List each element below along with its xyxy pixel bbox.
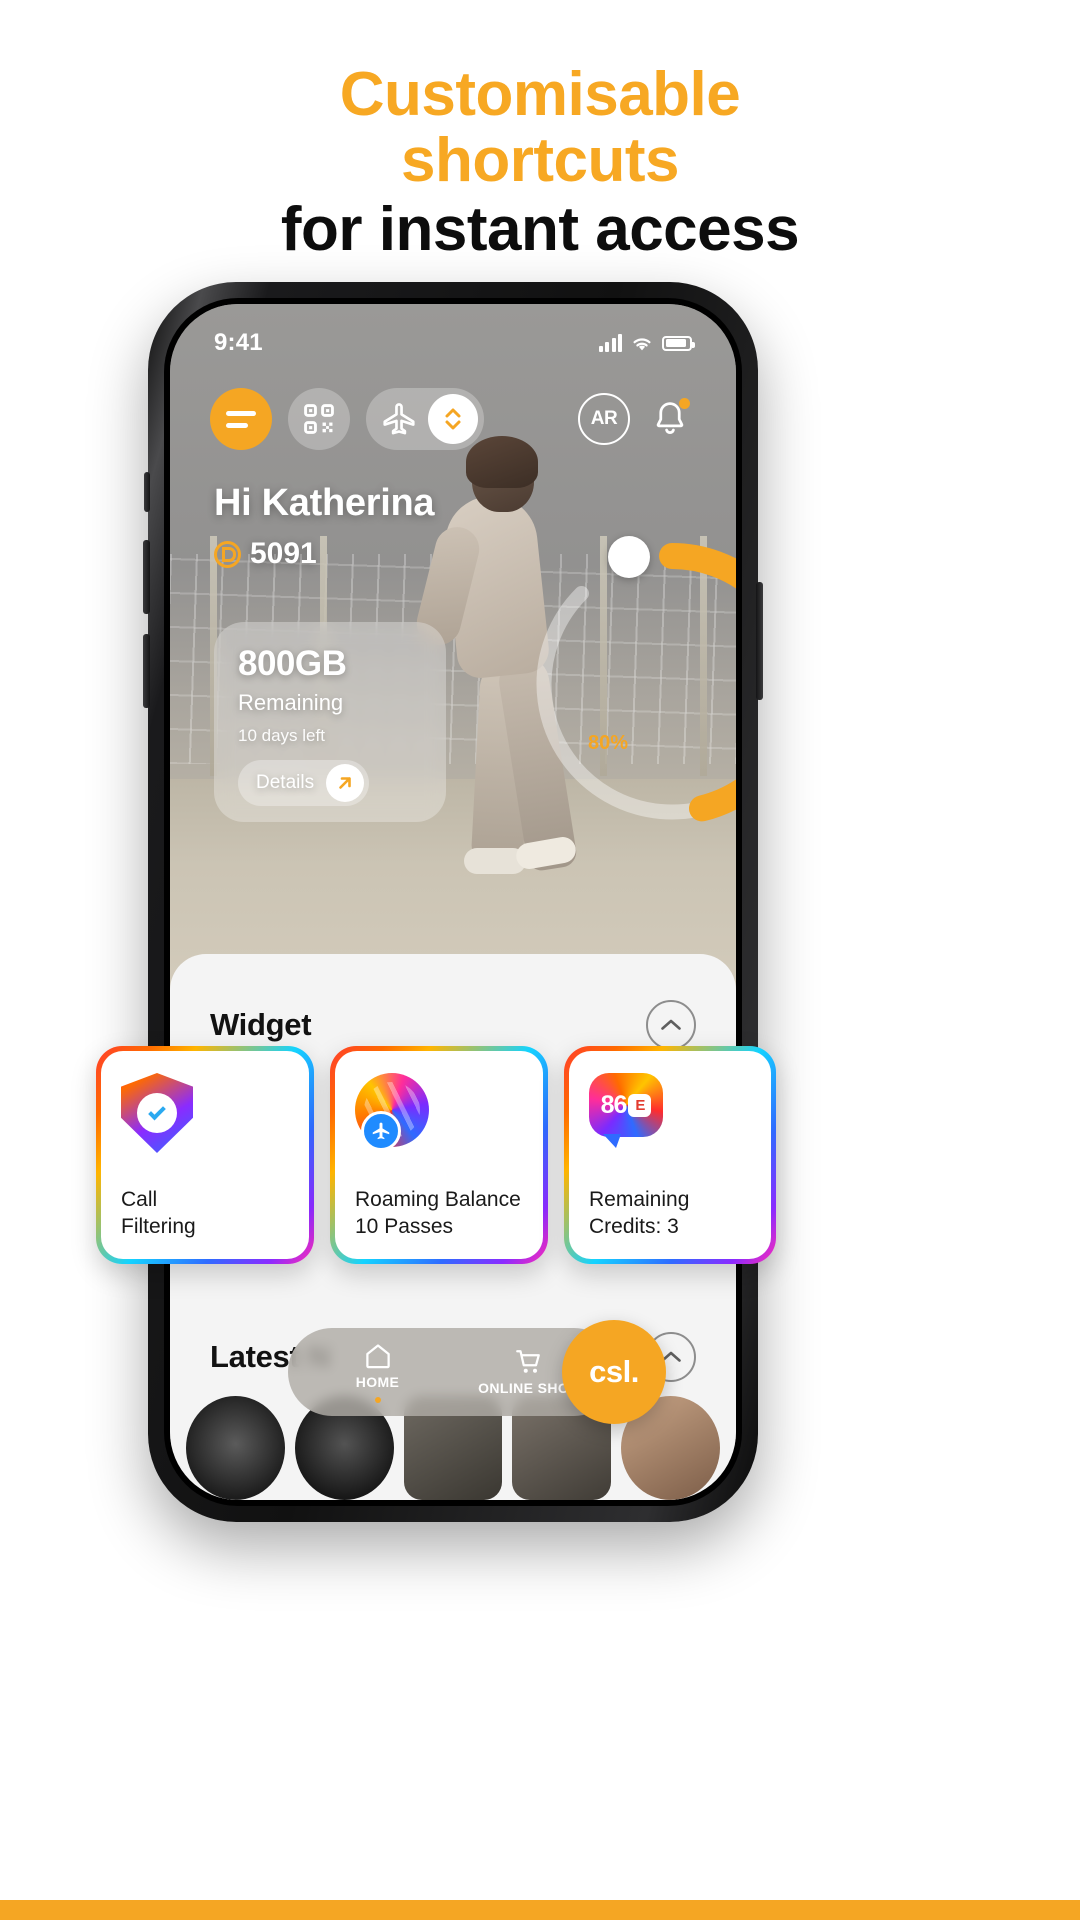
data-usage-gauge: 80% xyxy=(522,534,736,834)
power-button[interactable] xyxy=(756,582,763,700)
status-bar: 9:41 xyxy=(170,304,736,368)
battery-icon xyxy=(662,335,695,351)
data-amount: 800GB xyxy=(238,644,347,683)
shortcut-card-call-filtering[interactable]: Call Filtering xyxy=(96,1046,314,1264)
news-thumbnail[interactable] xyxy=(186,1396,285,1500)
qr-code-icon[interactable] xyxy=(288,388,350,450)
roaming-toggle-pill[interactable] xyxy=(366,388,484,450)
headline-line-3: for instant access xyxy=(280,195,800,265)
details-button[interactable]: Details xyxy=(238,760,370,806)
shield-check-icon xyxy=(121,1073,199,1153)
credits-badge-letter: E xyxy=(628,1093,652,1117)
wifi-icon xyxy=(633,337,651,350)
headline-line-2: shortcuts xyxy=(401,125,679,195)
data-days-left: 10 days left xyxy=(238,726,325,745)
volume-down-button[interactable] xyxy=(143,634,150,708)
ar-label: AR xyxy=(590,408,618,429)
quick-action-row: AR xyxy=(170,388,736,450)
phone-screen: 9:41 AR Hi Katherina 5091 80% 800GB Rema… xyxy=(170,304,736,1500)
data-balance-card[interactable]: 800GB Remaining 10 days left Details xyxy=(214,622,446,822)
bottom-nav-bar: HOME ONLINE SHOP csl. xyxy=(288,1320,666,1424)
widget-section-header: Widget xyxy=(170,954,736,1050)
arrow-up-right-icon xyxy=(326,764,365,802)
ar-icon[interactable]: AR xyxy=(578,393,630,445)
active-indicator-dot xyxy=(374,1396,381,1403)
airplane-icon xyxy=(361,1111,401,1151)
promo-screenshot: Customisable shortcuts for instant acces… xyxy=(0,0,1080,1920)
footer-accent-bar xyxy=(0,1900,1080,1920)
fab-label: csl. xyxy=(589,1354,639,1389)
silent-switch[interactable] xyxy=(144,472,150,512)
club-points-icon xyxy=(214,540,241,568)
credits-bubble-icon: 86 E xyxy=(589,1073,667,1151)
status-time: 9:41 xyxy=(214,329,263,356)
bell-icon[interactable] xyxy=(644,393,696,445)
cart-icon xyxy=(515,1350,540,1374)
shortcut-label: Call Filtering xyxy=(121,1188,196,1239)
details-label: Details xyxy=(256,772,315,793)
gauge-percent-label: 80% xyxy=(588,732,629,754)
club-points-value: 5091 xyxy=(250,537,317,570)
phone-mockup: 9:41 AR Hi Katherina 5091 80% 800GB Rema… xyxy=(143,282,763,1522)
shortcut-label: Remaining Credits: 3 xyxy=(589,1188,690,1239)
club-points[interactable]: 5091 xyxy=(214,537,434,571)
status-icons xyxy=(598,334,695,352)
up-down-chevron-icon[interactable] xyxy=(428,394,478,444)
cellular-signal-icon xyxy=(598,334,622,352)
gauge-knob[interactable] xyxy=(608,536,650,578)
headline: Customisable shortcuts for instant acces… xyxy=(0,62,1080,263)
csl-fab-button[interactable]: csl. xyxy=(562,1320,666,1424)
airplane-icon xyxy=(383,403,415,435)
globe-plane-icon xyxy=(355,1073,433,1151)
nav-label-home: HOME xyxy=(355,1374,400,1391)
chevron-up-icon[interactable] xyxy=(646,1000,696,1050)
shortcut-label: Roaming Balance 10 Passes xyxy=(355,1188,521,1239)
home-icon xyxy=(365,1344,390,1369)
data-status: Remaining xyxy=(238,690,344,715)
credits-badge-number: 86 xyxy=(600,1090,628,1119)
volume-up-button[interactable] xyxy=(143,540,150,614)
hamburger-menu-icon[interactable] xyxy=(210,388,272,450)
phone-bezel: 9:41 AR Hi Katherina 5091 80% 800GB Rema… xyxy=(164,298,742,1506)
notification-badge-dot xyxy=(679,398,690,409)
widget-title: Widget xyxy=(210,1007,312,1042)
shortcut-card-roaming-balance[interactable]: Roaming Balance 10 Passes xyxy=(330,1046,548,1264)
greeting-block: Hi Katherina 5091 xyxy=(214,482,435,571)
shortcut-card-remaining-credits[interactable]: 86 E Remaining Credits: 3 xyxy=(564,1046,776,1264)
shortcut-cards: Call Filtering Roaming Balance 10 Passes xyxy=(96,1046,776,1264)
headline-line-1: Customisable xyxy=(339,60,741,129)
greeting-name: Hi Katherina xyxy=(214,482,435,524)
gauge-arc xyxy=(536,543,736,822)
nav-item-home[interactable]: HOME xyxy=(302,1341,453,1403)
